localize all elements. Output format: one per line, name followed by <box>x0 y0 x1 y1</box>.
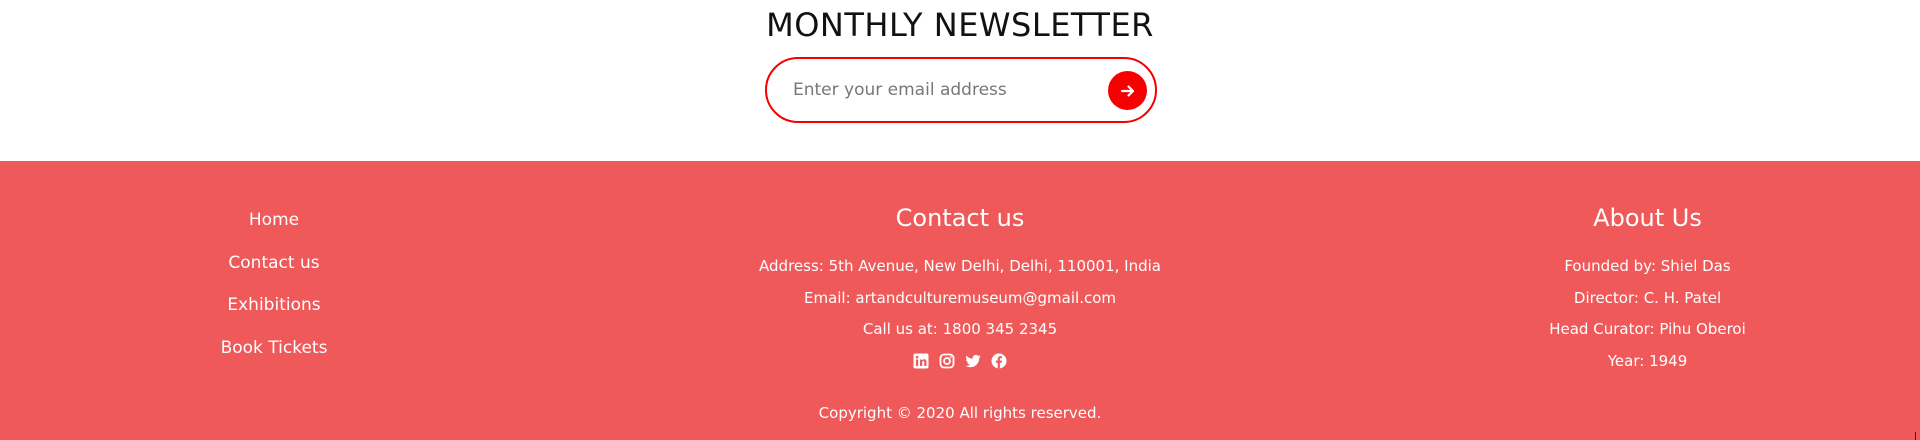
footer-link-exhibitions[interactable]: Exhibitions <box>174 293 374 336</box>
footer-link-contact[interactable]: Contact us <box>174 251 374 294</box>
newsletter-section: MONTHLY NEWSLETTER <box>0 0 1920 161</box>
contact-heading: Contact us <box>895 204 1025 232</box>
social-links <box>660 351 1260 371</box>
footer-link-home[interactable]: Home <box>174 208 374 251</box>
copyright-text: Copyright © 2020 All rights reserved. <box>818 404 1102 422</box>
about-director: Director: C. H. Patel <box>1573 288 1722 307</box>
linkedin-icon[interactable] <box>913 353 929 369</box>
scroll-marker <box>1915 432 1916 440</box>
about-founded: Founded by: Shiel Das <box>1564 257 1731 275</box>
site-footer: Home Contact us Exhibitions Book Tickets… <box>0 161 1920 440</box>
about-heading: About Us <box>1593 204 1702 232</box>
footer-link-book-tickets[interactable]: Book Tickets <box>174 336 374 379</box>
contact-phone: Call us at: 1800 345 2345 <box>862 320 1058 338</box>
footer-nav: Home Contact us Exhibitions Book Tickets <box>174 208 374 378</box>
contact-address: Address: 5th Avenue, New Delhi, Delhi, 1… <box>759 257 1161 275</box>
twitter-icon[interactable] <box>965 353 981 369</box>
newsletter-title: MONTHLY NEWSLETTER <box>766 6 1154 44</box>
facebook-icon[interactable] <box>991 353 1007 369</box>
about-year: Year: 1949 <box>1607 351 1688 370</box>
arrow-right-icon <box>1120 84 1134 97</box>
instagram-icon[interactable] <box>939 353 955 369</box>
subscribe-button[interactable] <box>1108 71 1147 110</box>
newsletter-form <box>765 57 1157 123</box>
contact-column: Contact us Address: 5th Avenue, New Delh… <box>660 203 1260 371</box>
about-column: About Us Founded by: Shiel Das Director:… <box>1450 203 1845 382</box>
email-input[interactable] <box>793 73 1083 107</box>
contact-email: Email: artandculturemuseum@gmail.com <box>803 288 1117 307</box>
about-curator: Head Curator: Pihu Oberoi <box>1549 320 1746 338</box>
